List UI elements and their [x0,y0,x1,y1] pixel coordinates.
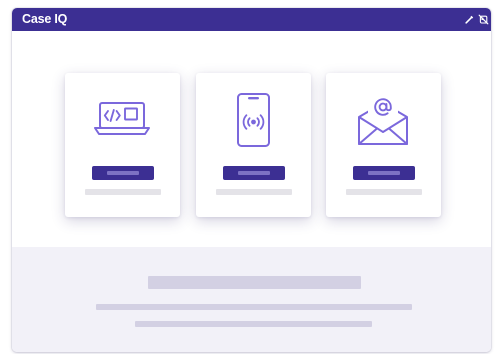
web-button-label [107,171,139,175]
email-caption [346,189,422,195]
mobile-option-button[interactable] [223,166,285,180]
footer-heading [148,276,361,289]
email-at-icon [353,93,413,147]
title-bar: Case IQ [12,8,491,31]
footer-text-line-2 [135,321,372,327]
email-option-button[interactable] [353,166,415,180]
card-mobile[interactable] [196,73,311,217]
mobile-caption [216,189,292,195]
edit-pencil-icon[interactable] [464,14,475,25]
card-email[interactable] [326,73,441,217]
web-caption [85,189,161,195]
web-option-button[interactable] [92,166,154,180]
smartphone-wireless-icon [223,93,283,147]
footer-section [12,247,491,352]
brand-logo: Case IQ [22,12,68,26]
channel-options-section [12,31,491,247]
email-button-label [368,171,400,175]
card-web[interactable] [65,73,180,217]
app-window: Case IQ [12,8,491,352]
mobile-button-label [238,171,270,175]
footer-text-line-1 [96,304,412,310]
hide-icon[interactable] [478,14,489,25]
laptop-code-icon [92,93,152,147]
